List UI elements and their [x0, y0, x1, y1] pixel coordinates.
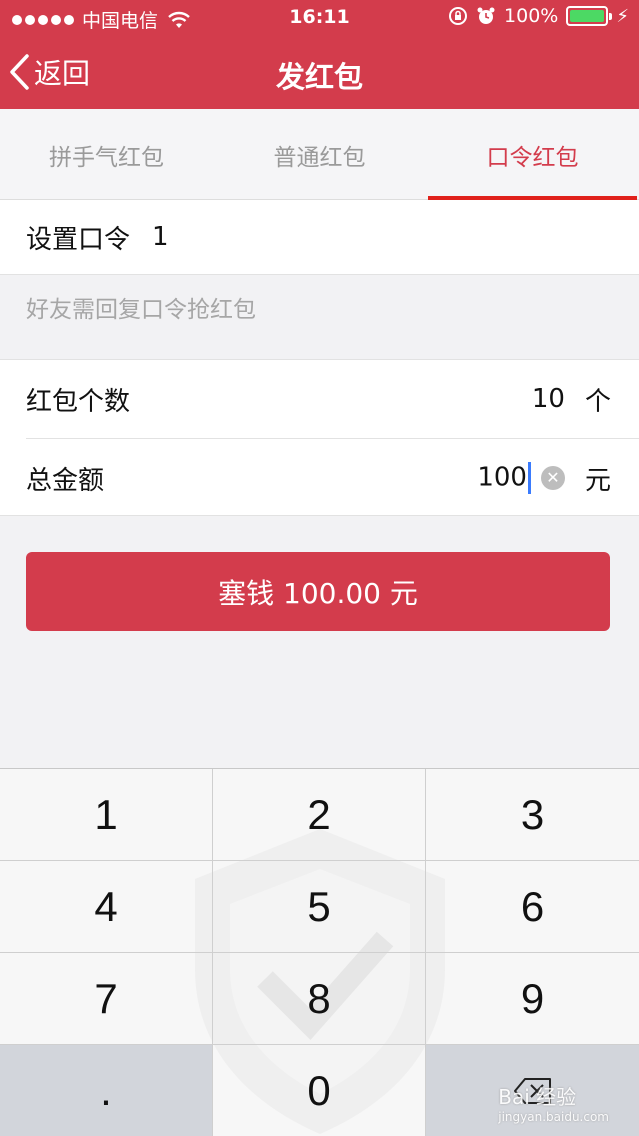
key-7[interactable]: 7 — [0, 953, 213, 1045]
keyword-input[interactable]: 1 — [152, 222, 169, 252]
amount-input[interactable]: 100 — [477, 462, 531, 494]
tab-lucky-packet[interactable]: 拼手气红包 — [0, 109, 213, 200]
key-1[interactable]: 1 — [0, 769, 213, 861]
watermark-text: Bai 经验 — [498, 1085, 577, 1109]
clear-icon[interactable]: ✕ — [540, 466, 565, 490]
key-8[interactable]: 8 — [213, 953, 426, 1045]
tab-password-packet[interactable]: 口令红包 — [426, 109, 639, 200]
key-9[interactable]: 9 — [426, 953, 639, 1045]
status-bar: 中国电信 16:11 100% ⚡ — [0, 0, 639, 36]
keyword-row[interactable]: 设置口令 1 — [0, 200, 639, 275]
nav-bar: 返回 发红包 — [0, 40, 639, 104]
watermark-url: jingyan.baidu.com — [498, 1110, 609, 1124]
submit-money-button[interactable]: 塞钱 100.00 元 — [26, 552, 610, 631]
keyword-label: 设置口令 — [26, 224, 131, 255]
red-packet-tabs: 拼手气红包 普通红包 口令红包 — [0, 109, 639, 200]
count-input[interactable]: 10 — [532, 384, 565, 414]
battery-icon — [566, 6, 613, 26]
amount-unit: 元 — [584, 465, 611, 496]
count-row[interactable]: 红包个数 10 个 — [0, 360, 639, 438]
baidu-jingyan-watermark: Bai 经验 jingyan.baidu.com — [498, 1081, 609, 1124]
numeric-keypad: 1 2 3 4 5 6 7 8 9 . 0 Bai 经验 jingyan.bai… — [0, 768, 639, 1136]
text-caret — [527, 462, 531, 494]
rotation-lock-icon — [449, 7, 468, 25]
alarm-icon — [477, 7, 495, 24]
key-3[interactable]: 3 — [426, 769, 639, 861]
status-right: 100% ⚡ — [448, 5, 629, 27]
top-bar: 中国电信 16:11 100% ⚡ 返回 发红包 — [0, 0, 639, 109]
packet-settings-group: 红包个数 10 个 总金额 100 ✕ 元 — [0, 359, 639, 516]
tab-normal-packet[interactable]: 普通红包 — [213, 109, 426, 200]
key-4[interactable]: 4 — [0, 861, 213, 953]
page-title: 发红包 — [275, 60, 363, 94]
amount-label: 总金额 — [26, 465, 105, 496]
keyword-hint: 好友需回复口令抢红包 — [26, 297, 256, 323]
count-unit: 个 — [584, 386, 611, 417]
key-decimal[interactable]: . — [0, 1045, 213, 1136]
key-6[interactable]: 6 — [426, 861, 639, 953]
battery-percent: 100% — [504, 5, 559, 27]
battery-fill — [570, 10, 605, 22]
key-0[interactable]: 0 — [213, 1045, 426, 1136]
count-label: 红包个数 — [26, 386, 131, 417]
amount-value: 100 — [477, 462, 527, 493]
key-5[interactable]: 5 — [213, 861, 426, 953]
amount-row[interactable]: 总金额 100 ✕ 元 — [0, 439, 639, 517]
key-2[interactable]: 2 — [213, 769, 426, 861]
charging-icon: ⚡ — [616, 5, 629, 27]
